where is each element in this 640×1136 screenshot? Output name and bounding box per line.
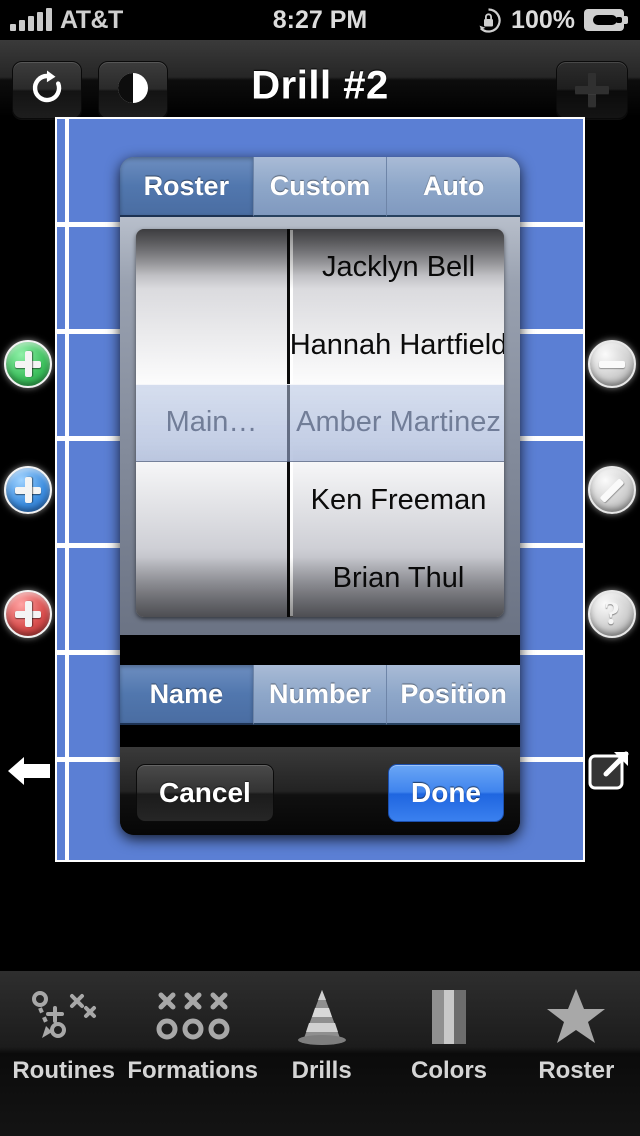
status-bar: AT&T 8:27 PM 100% <box>0 0 640 40</box>
picker-item[interactable]: Ken Freeman <box>293 462 504 540</box>
star-icon <box>545 983 607 1051</box>
tab-number[interactable]: Number <box>253 665 388 725</box>
picker-item[interactable] <box>136 539 287 617</box>
picker-item[interactable] <box>136 307 287 385</box>
picker-item[interactable]: Jacklyn Bell <box>293 229 504 307</box>
add-button[interactable] <box>556 61 628 119</box>
arrow-left-icon <box>6 757 52 798</box>
add-green-marker-button[interactable] <box>4 340 52 388</box>
picker-column-group[interactable]: Main… <box>136 229 290 617</box>
tab-drills[interactable]: Drills <box>258 983 385 1085</box>
picker-column-names[interactable]: Jacklyn Bell Hannah Hartfield Amber Mart… <box>290 229 504 617</box>
picker-item[interactable] <box>136 229 287 307</box>
tab-name[interactable]: Name <box>120 665 254 725</box>
status-bar-right: 100% <box>475 0 628 40</box>
tab-position[interactable]: Position <box>387 665 520 725</box>
question-circle-icon: ? <box>603 595 621 632</box>
cone-icon <box>292 983 352 1051</box>
tab-custom[interactable]: Custom <box>253 157 388 217</box>
tab-label: Routines <box>12 1057 115 1084</box>
remove-marker-button[interactable] <box>588 340 636 388</box>
tab-routines[interactable]: Routines <box>0 983 127 1085</box>
add-red-marker-button[interactable] <box>4 590 52 638</box>
tab-formations[interactable]: Formations <box>127 983 258 1085</box>
tab-colors[interactable]: Colors <box>385 983 512 1085</box>
play-diagram-icon <box>26 983 102 1051</box>
slash-circle-icon <box>599 477 625 503</box>
plus-icon <box>575 73 609 107</box>
modal-toolbar: Cancel Done <box>120 747 520 835</box>
nav-bar: Drill #2 <box>0 40 640 119</box>
tab-label: Roster <box>538 1057 615 1084</box>
battery-percent-label: 100% <box>511 5 575 34</box>
tab-label: Drills <box>291 1057 352 1084</box>
share-button[interactable] <box>586 748 632 794</box>
tab-roster[interactable]: Roster <box>120 157 254 217</box>
add-blue-marker-button[interactable] <box>4 466 52 514</box>
xo-formation-icon <box>153 983 233 1051</box>
picker-item-selected[interactable]: Main… <box>136 384 287 462</box>
source-segmented-control: Roster Custom Auto <box>120 157 520 217</box>
sort-segmented-control: Name Number Position <box>120 665 520 725</box>
done-button[interactable]: Done <box>388 764 504 822</box>
picker-item[interactable]: Brian Thul <box>293 539 504 617</box>
picker-item[interactable]: Hannah Hartfield <box>290 307 504 385</box>
modal-divider <box>120 635 520 665</box>
back-arrow-button[interactable] <box>6 748 52 794</box>
battery-charging-icon <box>584 9 628 31</box>
color-bars-icon <box>422 983 476 1051</box>
tab-label: Colors <box>411 1057 488 1084</box>
help-button[interactable]: ? <box>588 590 636 638</box>
page-title: Drill #2 <box>251 63 389 108</box>
name-picker[interactable]: Main… Jacklyn Bell Hannah Hartfield Ambe… <box>136 229 504 617</box>
tab-roster[interactable]: Roster <box>513 983 640 1085</box>
minus-circle-icon <box>599 360 625 368</box>
picker-container: Main… Jacklyn Bell Hannah Hartfield Ambe… <box>120 217 520 635</box>
picker-item-selected[interactable]: Amber Martinez <box>293 384 504 462</box>
roster-picker-modal: Roster Custom Auto Main… Jacklyn Bell Ha… <box>120 157 520 835</box>
rotation-lock-icon <box>475 7 502 34</box>
tab-bar: Routines Formations Drills Colors Roster <box>0 970 640 1136</box>
tab-auto[interactable]: Auto <box>387 157 520 217</box>
export-icon <box>586 751 632 798</box>
picker-item[interactable] <box>136 462 287 540</box>
app-screen: AT&T 8:27 PM 100% Drill #2 ? Roster Cust… <box>0 0 640 1136</box>
cancel-button[interactable]: Cancel <box>136 764 274 822</box>
tab-label: Formations <box>127 1057 259 1084</box>
line-tool-button[interactable] <box>588 466 636 514</box>
modal-divider-2 <box>120 725 520 747</box>
